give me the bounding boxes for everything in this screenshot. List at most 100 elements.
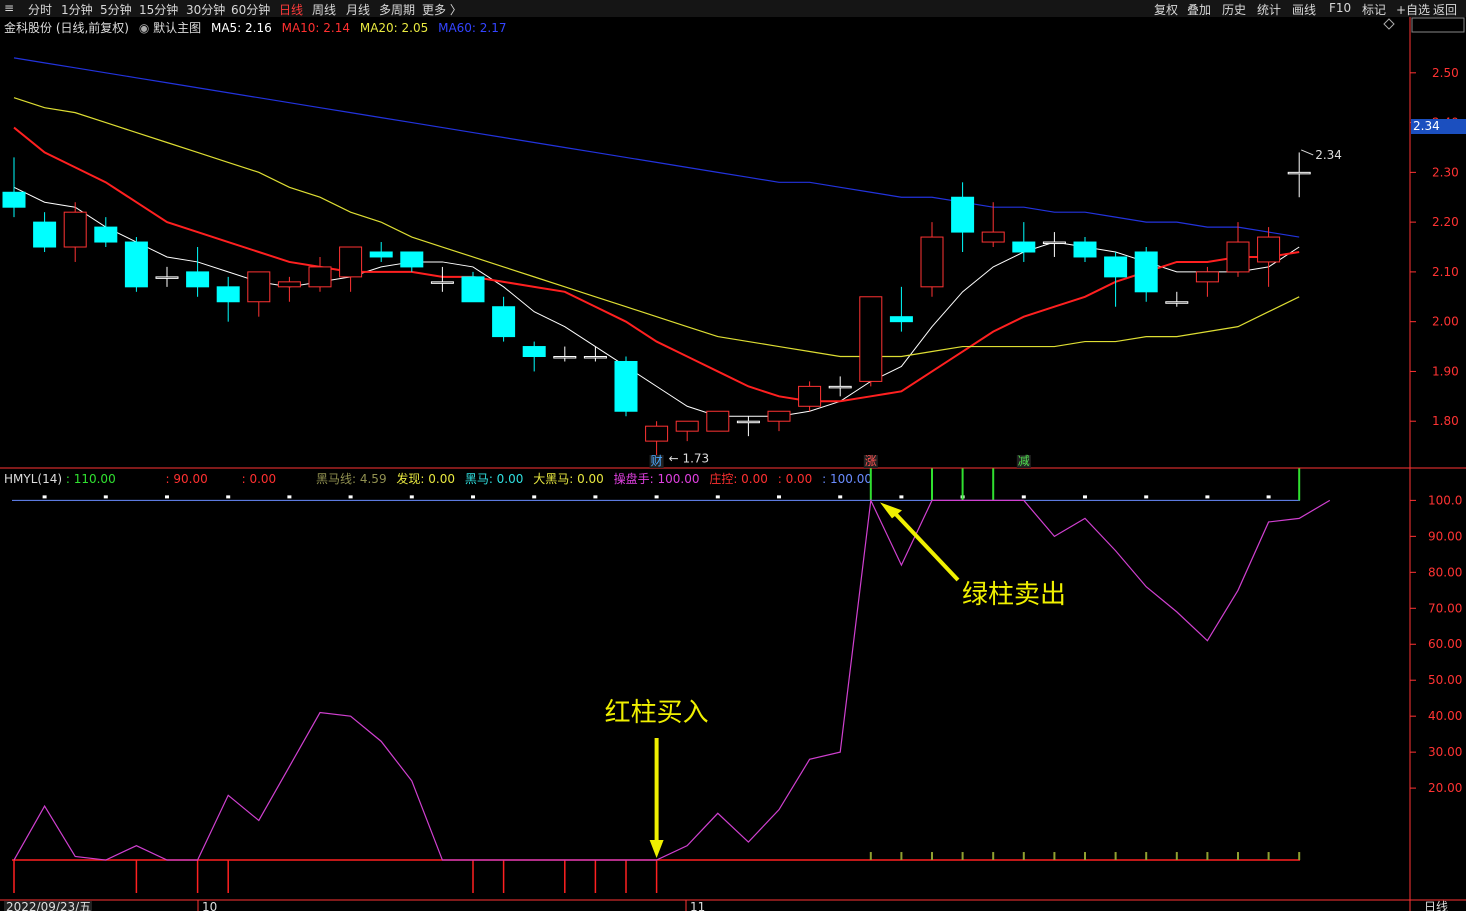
buy-callout: 红柱买入 [605, 698, 709, 728]
candle-28 [859, 296, 883, 387]
candle-body-33 [1012, 241, 1036, 253]
price-tick-label-2: 2.30 [1432, 165, 1459, 179]
candle-25 [767, 410, 791, 432]
high-arrow [1301, 149, 1314, 156]
candle-body-8 [247, 271, 271, 303]
sell-arrow-shaft [894, 513, 960, 582]
candle-21 [645, 421, 669, 457]
indicator-tick-label-4: 60.00 [1428, 637, 1462, 651]
indicator-tick-label-6: 40.00 [1428, 709, 1462, 723]
series-ma5 [13, 186, 1300, 417]
indicator-tick-label-3: 70.00 [1428, 601, 1462, 615]
chart-canvas[interactable]: 2.502.402.302.202.102.001.901.80100.090.… [0, 0, 1466, 911]
candle-6 [186, 247, 210, 297]
candle-30 [920, 222, 944, 297]
candle-12 [369, 242, 393, 262]
price-tick-label-4: 2.10 [1432, 265, 1459, 279]
candle-body-31 [951, 196, 975, 233]
indicator-dot-23 [715, 495, 720, 499]
candle-body-25 [767, 410, 791, 422]
candle-body-10 [308, 266, 332, 288]
indicator-dot-15 [471, 495, 475, 499]
candle-37 [1134, 247, 1158, 302]
candle-body-17 [522, 346, 546, 358]
candle-body-15 [461, 276, 485, 303]
candle-17 [522, 341, 546, 372]
candle-13 [400, 251, 424, 272]
candle-body-22 [675, 420, 699, 432]
indicator-dot-41 [1266, 495, 1271, 499]
candle-body-18 [553, 356, 577, 359]
indicator-dot-33 [1021, 495, 1026, 499]
candle-9 [277, 276, 301, 302]
indicator-tick-label-1: 90.00 [1428, 529, 1462, 543]
candle-31 [951, 182, 975, 252]
candle-5 [155, 266, 179, 287]
indicator-tick-label-5: 50.00 [1428, 673, 1462, 687]
candle-body-9 [277, 281, 301, 288]
candle-body-30 [920, 236, 944, 288]
candle-body-36 [1104, 256, 1128, 278]
candle-body-13 [400, 251, 424, 268]
buy-arrow-head [649, 840, 664, 859]
period-label: 日线 [1424, 900, 1448, 911]
candle-8 [247, 271, 271, 317]
candle-body-37 [1134, 251, 1158, 293]
axis-box [1411, 17, 1465, 33]
price-tick-label-0: 2.50 [1432, 66, 1459, 80]
candle-1 [33, 212, 57, 252]
high-annotation: 2.34 [1315, 148, 1342, 162]
candle-39 [1195, 266, 1219, 297]
indicator-tick-label-2: 80.00 [1428, 565, 1462, 579]
candle-body-24 [736, 420, 760, 424]
indicator-tick-label-0: 100.0 [1428, 493, 1462, 507]
low-annotation: ← 1.73 [669, 452, 710, 466]
candle-body-32 [981, 231, 1005, 243]
indicator-dot-25 [777, 495, 781, 499]
candle-body-7 [216, 286, 240, 303]
indicator-dot-35 [1083, 495, 1087, 499]
candle-0 [2, 157, 26, 218]
indicator-dot-29 [899, 495, 904, 499]
indicator-dot-11 [348, 495, 353, 499]
marker-1: 涨 [865, 453, 877, 468]
indicator-dot-5 [165, 495, 169, 499]
candle-22 [675, 420, 699, 442]
candle-body-39 [1195, 271, 1219, 283]
marker-0: 财 [651, 454, 663, 468]
candle-24 [736, 416, 760, 437]
candle-body-29 [889, 316, 913, 323]
candle-body-23 [706, 410, 730, 432]
candle-40 [1226, 222, 1250, 277]
candle-27 [828, 376, 852, 397]
candle-body-35 [1073, 241, 1097, 258]
indicator-dot-17 [532, 495, 537, 499]
candle-body-5 [155, 276, 179, 279]
candle-41 [1257, 227, 1281, 287]
candle-body-40 [1226, 241, 1250, 273]
price-tick-label-6: 1.90 [1432, 364, 1459, 378]
indicator-dot-3 [103, 495, 108, 499]
price-tick-label-5: 2.00 [1432, 315, 1459, 329]
x-label-1: 10 [202, 900, 217, 911]
candle-18 [553, 346, 577, 362]
candle-7 [216, 276, 240, 322]
candle-body-20 [614, 360, 638, 412]
indicator-tick-label-8: 20.00 [1428, 781, 1462, 795]
candle-15 [461, 271, 485, 303]
indicator-dot-13 [409, 495, 414, 499]
candle-body-1 [33, 221, 57, 248]
indicator-dot-27 [838, 495, 843, 499]
candle-body-12 [369, 251, 393, 258]
indicator-dot-9 [287, 495, 292, 499]
indicator-tick-label-7: 30.00 [1428, 745, 1462, 759]
candle-35 [1073, 237, 1097, 262]
marker-2: 减 [1018, 454, 1030, 468]
candle-body-2 [63, 211, 87, 248]
candle-26 [798, 381, 822, 412]
price-tick-label-7: 1.80 [1432, 414, 1459, 428]
candle-body-26 [798, 385, 822, 407]
indicator-dot-37 [1144, 495, 1149, 499]
price-tick-label-3: 2.20 [1432, 215, 1459, 229]
candle-body-0 [2, 191, 26, 208]
